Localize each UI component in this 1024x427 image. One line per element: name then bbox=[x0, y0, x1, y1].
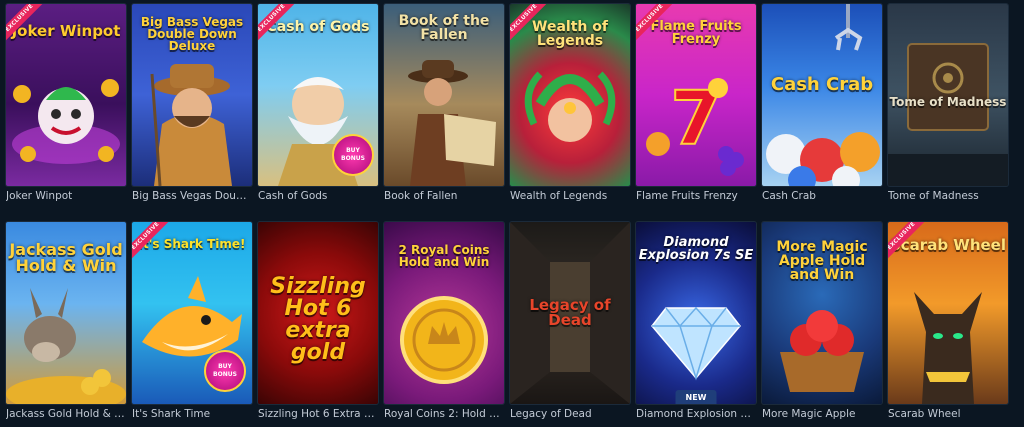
game-logo: 2 Royal Coins Hold and Win bbox=[398, 242, 490, 269]
game-card-joker-winpot[interactable]: EXCLUSIVE Joker Winpot Joker Winpot bbox=[6, 4, 126, 210]
game-card-wealth-of-legends[interactable]: EXCLUSIVE Wealth of Legends Wealth of Le… bbox=[510, 4, 630, 210]
game-thumbnail[interactable]: Tome of Madness bbox=[888, 4, 1008, 186]
game-card-tome-of-madness[interactable]: Tome of Madness Tome of Madness bbox=[888, 4, 1008, 210]
game-logo: Big Bass Vegas Double Down Deluxe bbox=[140, 15, 244, 53]
game-card-jackass-gold[interactable]: Jackass Gold Hold & Win Jackass Gold Hol… bbox=[6, 221, 126, 427]
game-logo: Book of the Fallen bbox=[398, 13, 490, 43]
game-card-legacy-of-dead[interactable]: Legacy of Dead Legacy of Dead bbox=[510, 221, 630, 427]
game-card-royal-coins-2[interactable]: 2 Royal Coins Hold and Win Royal Coins 2… bbox=[384, 221, 504, 427]
game-card-sizzling-hot[interactable]: Sizzling Hot 6 extra gold Sizzling Hot 6… bbox=[258, 221, 378, 427]
game-card-scarab-wheel[interactable]: EXCLUSIVE Scarab Wheel Scarab Wheel bbox=[888, 221, 1008, 427]
game-thumbnail[interactable]: EXCLUSIVE It's Shark Time! BUY BONUS bbox=[132, 221, 252, 404]
game-thumbnail[interactable]: 2 Royal Coins Hold and Win bbox=[384, 221, 504, 404]
game-logo: Joker Winpot bbox=[11, 22, 121, 40]
game-title[interactable]: Sizzling Hot 6 Extra Gold bbox=[258, 408, 378, 421]
game-title[interactable]: Jackass Gold Hold & Win bbox=[6, 408, 126, 421]
game-card-diamond-explosion[interactable]: Diamond Explosion 7s SE NEW Diamond Expl… bbox=[636, 221, 756, 427]
game-logo: Diamond Explosion 7s SE bbox=[638, 234, 754, 263]
game-card-more-magic-apple[interactable]: More Magic Apple Hold and Win More Magic… bbox=[762, 221, 882, 427]
game-thumbnail[interactable]: EXCLUSIVE Scarab Wheel bbox=[888, 221, 1008, 404]
game-title[interactable]: Tome of Madness bbox=[888, 190, 1008, 203]
game-thumbnail[interactable]: More Magic Apple Hold and Win bbox=[762, 221, 882, 404]
game-logo: Legacy of Dead bbox=[529, 295, 611, 329]
game-thumbnail[interactable]: Jackass Gold Hold & Win bbox=[6, 221, 126, 404]
game-thumbnail[interactable]: Diamond Explosion 7s SE NEW bbox=[636, 221, 756, 404]
game-thumbnail[interactable]: Cash Crab bbox=[762, 4, 882, 186]
game-title[interactable]: Scarab Wheel bbox=[888, 408, 1008, 421]
game-card-cash-of-gods[interactable]: EXCLUSIVE Cash of Gods BUY BONUS Cash of… bbox=[258, 4, 378, 210]
game-title[interactable]: Wealth of Legends bbox=[510, 190, 630, 203]
new-badge: NEW bbox=[675, 389, 717, 404]
claw-machine-art bbox=[766, 4, 880, 186]
game-card-cash-crab[interactable]: Cash Crab Cash Crab bbox=[762, 4, 882, 210]
game-thumbnail[interactable]: EXCLUSIVE Wealth of Legends bbox=[510, 4, 630, 186]
game-thumbnail[interactable]: Big Bass Vegas Double Down Deluxe bbox=[132, 4, 252, 186]
buy-bonus-badge: BUY BONUS bbox=[204, 349, 246, 392]
game-title[interactable]: Legacy of Dead bbox=[510, 408, 630, 421]
game-title[interactable]: Big Bass Vegas Double D... bbox=[132, 190, 252, 203]
game-logo: Flame Fruits Frenzy bbox=[650, 19, 742, 47]
game-thumbnail[interactable]: EXCLUSIVE Cash of Gods BUY BONUS bbox=[258, 4, 378, 186]
game-logo: Sizzling Hot 6 extra gold bbox=[270, 273, 366, 365]
game-title[interactable]: More Magic Apple bbox=[762, 408, 882, 421]
game-title[interactable]: It's Shark Time bbox=[132, 408, 252, 421]
game-logo: Tome of Madness bbox=[889, 95, 1007, 109]
game-thumbnail[interactable]: 7 EXCLUSIVE Flame Fruits Frenzy bbox=[636, 4, 756, 186]
game-thumbnail[interactable]: Sizzling Hot 6 extra gold bbox=[258, 221, 378, 404]
game-card-flame-fruits-frenzy[interactable]: 7 EXCLUSIVE Flame Fruits Frenzy Flame Fr… bbox=[636, 4, 756, 210]
game-logo: Jackass Gold Hold & Win bbox=[9, 239, 123, 275]
game-card-its-shark-time[interactable]: EXCLUSIVE It's Shark Time! BUY BONUS It'… bbox=[132, 221, 252, 427]
game-logo: More Magic Apple Hold and Win bbox=[776, 238, 868, 283]
game-title[interactable]: Cash of Gods bbox=[258, 190, 378, 203]
game-logo: Wealth of Legends bbox=[532, 19, 608, 49]
game-thumbnail[interactable]: Book of the Fallen bbox=[384, 4, 504, 186]
game-grid: EXCLUSIVE Joker Winpot Joker Winpot Big … bbox=[0, 0, 1024, 427]
game-thumbnail[interactable]: Legacy of Dead bbox=[510, 221, 630, 404]
game-card-book-of-fallen[interactable]: Book of the Fallen Book of Fallen bbox=[384, 4, 504, 210]
game-title[interactable]: Cash Crab bbox=[762, 190, 882, 203]
game-title[interactable]: Flame Fruits Frenzy bbox=[636, 190, 756, 203]
buy-bonus-badge: BUY BONUS bbox=[332, 134, 374, 176]
game-title[interactable]: Book of Fallen bbox=[384, 190, 504, 203]
game-card-big-bass-vegas[interactable]: Big Bass Vegas Double Down Deluxe Big Ba… bbox=[132, 4, 252, 210]
game-title[interactable]: Diamond Explosion 7s SE bbox=[636, 408, 756, 421]
game-title[interactable]: Royal Coins 2: Hold and ... bbox=[384, 408, 504, 421]
game-title[interactable]: Joker Winpot bbox=[6, 190, 126, 203]
game-logo: Cash Crab bbox=[770, 74, 874, 95]
game-thumbnail[interactable]: EXCLUSIVE Joker Winpot bbox=[6, 4, 126, 186]
